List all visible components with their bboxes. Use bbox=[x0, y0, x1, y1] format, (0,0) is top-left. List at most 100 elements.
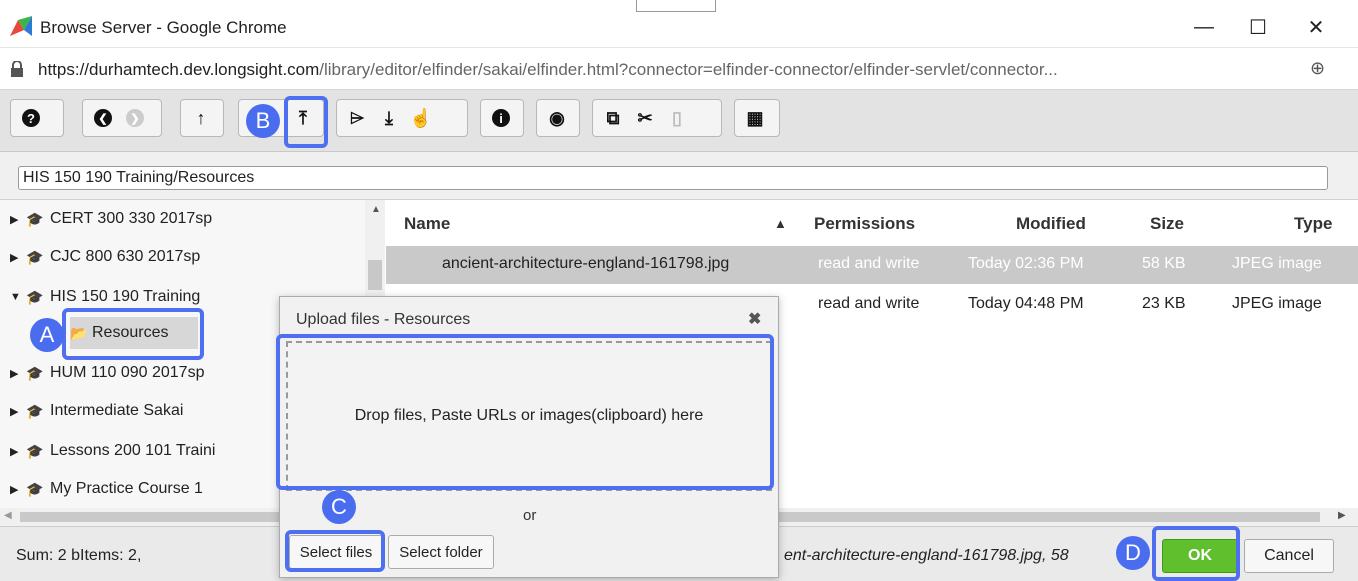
scroll-up-icon[interactable]: ▲ bbox=[371, 204, 381, 215]
course-cap-icon: 🎓 bbox=[26, 210, 44, 227]
tab-strip-handle[interactable] bbox=[636, 0, 716, 12]
tree-item-label: HUM 110 090 2017sp bbox=[50, 364, 205, 381]
preview-button[interactable]: ◉ bbox=[541, 103, 573, 133]
cancel-button[interactable]: Cancel bbox=[1244, 539, 1334, 573]
toolbar-group-clipboard: ⧉ ✂ ▯ bbox=[592, 99, 722, 137]
tree-item-label: HIS 150 190 Training bbox=[50, 288, 201, 305]
highlight-upload-button bbox=[284, 96, 328, 148]
highlight-ok-button bbox=[1152, 526, 1240, 581]
back-button[interactable]: ❮ bbox=[87, 103, 119, 133]
column-permissions[interactable]: Permissions bbox=[814, 214, 915, 234]
zoom-icon[interactable]: ⊕ bbox=[1310, 58, 1325, 79]
scroll-left-icon[interactable]: ◀ bbox=[4, 510, 12, 521]
course-cap-icon: 🎓 bbox=[26, 288, 44, 305]
elfinder-toolbar: ? ❮ ❯ ↑ ⤒ ⌲ ⤓ ☝ i ◉ ⧉ ✂ ▯ ▦ bbox=[0, 90, 1358, 152]
up-button[interactable]: ↑ bbox=[185, 103, 217, 133]
current-path-field[interactable]: HIS 150 190 Training/Resources bbox=[18, 166, 1328, 190]
file-size: 58 KB bbox=[1142, 255, 1186, 272]
chrome-app-icon bbox=[10, 16, 32, 36]
select-file-button[interactable]: ☝ bbox=[405, 103, 437, 133]
toolbar-group-file-ops: ⌲ ⤓ ☝ bbox=[336, 99, 468, 137]
tree-item-intermediate[interactable]: ▶ 🎓 Intermediate Sakai bbox=[10, 396, 183, 426]
help-button[interactable]: ? bbox=[15, 103, 47, 133]
toolbar-group-view: ▦ bbox=[734, 99, 780, 137]
forward-icon: ❯ bbox=[126, 109, 144, 127]
highlight-resources-folder bbox=[62, 308, 204, 360]
window-titlebar: Browse Server - Google Chrome — ☐ ✕ bbox=[0, 0, 1358, 48]
marker-d: D bbox=[1116, 536, 1150, 570]
tree-item-hum[interactable]: ▶ 🎓 HUM 110 090 2017sp bbox=[10, 358, 204, 388]
tree-item-cjc[interactable]: ▶ 🎓 CJC 800 630 2017sp bbox=[10, 242, 200, 272]
url-text[interactable]: https://durhamtech.dev.longsight.com/lib… bbox=[38, 60, 1058, 80]
course-cap-icon: 🎓 bbox=[26, 480, 44, 497]
help-icon: ? bbox=[22, 109, 40, 127]
file-permissions: read and write bbox=[818, 255, 920, 272]
info-button[interactable]: i bbox=[485, 103, 517, 133]
expand-arrow-icon[interactable]: ▶ bbox=[10, 405, 26, 418]
table-row[interactable]: ancient-architecture-england-161798.jpg … bbox=[386, 246, 1358, 284]
file-permissions: read and write bbox=[818, 295, 920, 312]
column-modified[interactable]: Modified bbox=[1016, 214, 1086, 234]
dialog-close-icon[interactable]: ✖ bbox=[748, 309, 761, 329]
expand-arrow-icon[interactable]: ▶ bbox=[10, 213, 26, 226]
select-folder-button[interactable]: Select folder bbox=[388, 535, 494, 569]
toolbar-group-history: ❮ ❯ bbox=[82, 99, 162, 137]
copy-button[interactable]: ⧉ bbox=[597, 103, 629, 133]
address-bar[interactable]: https://durhamtech.dev.longsight.com/lib… bbox=[0, 48, 1358, 90]
path-bar: HIS 150 190 Training/Resources bbox=[0, 152, 1358, 200]
sort-ascending-icon[interactable]: ▲ bbox=[774, 216, 787, 231]
url-path: /library/editor/elfinder/sakai/elfinder.… bbox=[319, 60, 1058, 79]
marker-a: A bbox=[30, 318, 64, 352]
minimize-button[interactable]: — bbox=[1182, 12, 1226, 42]
file-name: ancient-architecture-england-161798.jpg bbox=[442, 255, 730, 272]
course-cap-icon: 🎓 bbox=[26, 442, 44, 459]
maximize-button[interactable]: ☐ bbox=[1236, 12, 1280, 42]
highlight-dropzone bbox=[276, 334, 774, 490]
column-name[interactable]: Name bbox=[404, 214, 450, 234]
toolbar-group-help: ? bbox=[10, 99, 64, 137]
column-size[interactable]: Size bbox=[1150, 214, 1184, 234]
cut-button[interactable]: ✂ bbox=[629, 103, 661, 133]
marker-c: C bbox=[322, 490, 356, 524]
course-cap-icon: 🎓 bbox=[26, 402, 44, 419]
paste-icon: ▯ bbox=[672, 107, 682, 128]
expand-arrow-icon[interactable]: ▶ bbox=[10, 483, 26, 496]
download-button[interactable]: ⤓ bbox=[373, 103, 405, 133]
info-icon: i bbox=[492, 109, 510, 127]
lock-icon bbox=[11, 61, 23, 77]
paste-button[interactable]: ▯ bbox=[661, 103, 693, 133]
tree-item-label: My Practice Course 1 bbox=[50, 480, 203, 497]
column-type[interactable]: Type bbox=[1294, 214, 1332, 234]
tree-item-practice[interactable]: ▶ 🎓 My Practice Course 1 bbox=[10, 474, 203, 504]
or-separator: or bbox=[523, 507, 537, 524]
select-icon: ☝ bbox=[409, 107, 433, 128]
highlight-select-files bbox=[285, 530, 385, 572]
status-selected-file: ent-architecture-england-161798.jpg, 58 bbox=[784, 547, 1069, 564]
toolbar-group-preview: ◉ bbox=[536, 99, 580, 137]
open-folder-icon: ⌲ bbox=[349, 107, 365, 128]
grid-view-icon: ▦ bbox=[746, 107, 764, 128]
tree-item-cert[interactable]: ▶ 🎓 CERT 300 330 2017sp bbox=[10, 204, 212, 234]
expand-arrow-icon[interactable]: ▶ bbox=[10, 251, 26, 264]
tree-item-label: Intermediate Sakai bbox=[50, 402, 184, 419]
open-button[interactable]: ⌲ bbox=[341, 103, 373, 133]
close-window-button[interactable]: ✕ bbox=[1294, 12, 1338, 42]
scroll-right-icon[interactable]: ▶ bbox=[1338, 510, 1346, 521]
dialog-title: Upload files - Resources bbox=[296, 311, 471, 328]
view-toggle-button[interactable]: ▦ bbox=[739, 103, 771, 133]
course-cap-icon: 🎓 bbox=[26, 248, 44, 265]
file-type: JPEG image bbox=[1232, 295, 1322, 312]
collapse-arrow-icon[interactable]: ▼ bbox=[10, 291, 26, 303]
tree-item-label: CERT 300 330 2017sp bbox=[50, 210, 213, 227]
tree-item-lessons[interactable]: ▶ 🎓 Lessons 200 101 Traini bbox=[10, 436, 215, 466]
forward-button[interactable]: ❯ bbox=[119, 103, 151, 133]
expand-arrow-icon[interactable]: ▶ bbox=[10, 445, 26, 458]
file-modified: Today 02:36 PM bbox=[968, 255, 1084, 272]
marker-b: B bbox=[246, 104, 280, 138]
expand-arrow-icon[interactable]: ▶ bbox=[10, 367, 26, 380]
preview-icon: ◉ bbox=[549, 107, 565, 128]
window-title: Browse Server - Google Chrome bbox=[40, 18, 287, 37]
tree-item-label: Lessons 200 101 Traini bbox=[50, 442, 216, 459]
tree-scroll-thumb[interactable] bbox=[368, 260, 382, 290]
copy-icon: ⧉ bbox=[606, 107, 620, 128]
